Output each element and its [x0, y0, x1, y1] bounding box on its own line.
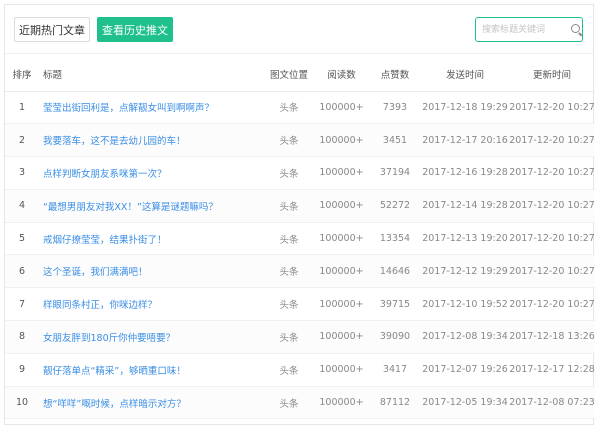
table-row: 10 想“咩咩”嘅时候，点样暗示对方？ 头条 100000+ 87112 2017-12-…: [5, 386, 595, 420]
updated-time-cell: 2017-12-20 10:27: [509, 91, 595, 125]
app-frame: 近期热门文章 查看历史推文 排序 标题 图文位置 阅读数 点赞数 发送时间: [4, 4, 595, 425]
header-likes: 点赞数: [369, 57, 421, 92]
updated-time-cell: 2017-12-20 10:27: [509, 123, 595, 158]
search-icon[interactable]: [570, 23, 582, 37]
search-box: [475, 17, 583, 42]
header-title: 标题: [39, 57, 264, 92]
reads-cell: 100000+: [314, 222, 369, 256]
updated-time-cell: 2017-12-20 10:27: [509, 287, 595, 322]
table-row: 2 我要落车，这不是去幼儿园的车！ 头条 100000+ 3451 2017-12-17 …: [5, 123, 595, 158]
sent-time-cell: 2017-12-17 20:16: [421, 123, 509, 158]
position-cell: 头条: [264, 91, 314, 125]
likes-cell: 7393: [369, 91, 421, 125]
position-cell: 头条: [264, 386, 314, 420]
toolbar-divider: [5, 53, 593, 54]
likes-cell: 52272: [369, 189, 421, 223]
recent-hot-articles-button[interactable]: 近期热门文章: [14, 17, 90, 42]
likes-cell: 13354: [369, 222, 421, 256]
table-row: 1 莹莹出街回利是，点解靓女叫到啊啊声？ 头条 100000+ 7393 2017-12-…: [5, 91, 595, 125]
table-body: 1 莹莹出街回利是，点解靓女叫到啊啊声？ 头条 100000+ 7393 2017-12-…: [5, 91, 595, 420]
rank-cell: 2: [5, 123, 39, 158]
likes-cell: 39715: [369, 287, 421, 322]
rank-cell: 5: [5, 222, 39, 256]
header-sent-time: 发送时间: [421, 57, 509, 92]
likes-cell: 37194: [369, 156, 421, 190]
header-position: 图文位置: [264, 57, 314, 92]
rank-cell: 3: [5, 156, 39, 190]
title-link[interactable]: 这个圣诞，我们满满吧！: [39, 254, 264, 289]
rank-cell: 6: [5, 254, 39, 289]
header-rank: 排序: [5, 57, 39, 92]
header-updated-time: 更新时间: [509, 57, 595, 92]
sent-time-cell: 2017-12-16 19:28: [421, 156, 509, 190]
reads-cell: 100000+: [314, 123, 369, 158]
position-cell: 头条: [264, 254, 314, 289]
table-header-row: 排序 标题 图文位置 阅读数 点赞数 发送时间 更新时间: [5, 57, 595, 92]
sent-time-cell: 2017-12-07 19:26: [421, 353, 509, 387]
updated-time-cell: 2017-12-20 10:27: [509, 156, 595, 190]
title-link[interactable]: 女朋友胖到180斤你仲要唔要？: [39, 320, 264, 354]
sent-time-cell: 2017-12-18 19:29: [421, 91, 509, 125]
position-cell: 头条: [264, 353, 314, 387]
likes-cell: 14646: [369, 254, 421, 289]
rank-cell: 9: [5, 353, 39, 387]
sent-time-cell: 2017-12-05 19:34: [421, 386, 509, 420]
position-cell: 头条: [264, 287, 314, 322]
table-row: 7 样眼同条村正，你咪边样？ 头条 100000+ 39715 2017-12-10 19…: [5, 287, 595, 322]
rank-cell: 4: [5, 189, 39, 223]
position-cell: 头条: [264, 222, 314, 256]
position-cell: 头条: [264, 189, 314, 223]
sent-time-cell: 2017-12-10 19:52: [421, 287, 509, 322]
reads-cell: 100000+: [314, 386, 369, 420]
title-link[interactable]: 样眼同条村正，你咪边样？: [39, 287, 264, 322]
reads-cell: 100000+: [314, 254, 369, 289]
updated-time-cell: 2017-12-17 12:28: [509, 353, 595, 387]
search-input[interactable]: [482, 19, 568, 40]
title-link[interactable]: 我要落车，这不是去幼儿园的车！: [39, 123, 264, 158]
rank-cell: 7: [5, 287, 39, 322]
updated-time-cell: 2017-12-18 13:26: [509, 320, 595, 354]
reads-cell: 100000+: [314, 287, 369, 322]
sent-time-cell: 2017-12-12 19:29: [421, 254, 509, 289]
position-cell: 头条: [264, 320, 314, 354]
sent-time-cell: 2017-12-14 19:28: [421, 189, 509, 223]
table-row: 3 点样判断女朋友系咪第一次？ 头条 100000+ 37194 2017-12-16 1…: [5, 156, 595, 190]
updated-time-cell: 2017-12-20 10:27: [509, 189, 595, 223]
rank-cell: 10: [5, 386, 39, 420]
updated-time-cell: 2017-12-20 10:27: [509, 222, 595, 256]
reads-cell: 100000+: [314, 353, 369, 387]
table-row: 8 女朋友胖到180斤你仲要唔要？ 头条 100000+ 39090 2017-12-08…: [5, 320, 595, 354]
title-link[interactable]: 莹莹出街回利是，点解靓女叫到啊啊声？: [39, 91, 264, 125]
title-link[interactable]: “最想男朋友对我XX！”这算是谜题嘛吗？: [39, 189, 264, 223]
title-link[interactable]: 想“咩咩”嘅时候，点样暗示对方？: [39, 386, 264, 420]
articles-table: 排序 标题 图文位置 阅读数 点赞数 发送时间 更新时间 1 莹莹出街回利是，点解…: [5, 57, 595, 420]
likes-cell: 39090: [369, 320, 421, 354]
likes-cell: 87112: [369, 386, 421, 420]
table-row: 4 “最想男朋友对我XX！”这算是谜题嘛吗？ 头条 100000+ 52272 2017-…: [5, 189, 595, 223]
sent-time-cell: 2017-12-08 19:34: [421, 320, 509, 354]
rank-cell: 1: [5, 91, 39, 125]
reads-cell: 100000+: [314, 320, 369, 354]
header-reads: 阅读数: [314, 57, 369, 92]
title-link[interactable]: 靓仔落单点“精采”，够晒重口味！: [39, 353, 264, 387]
sent-time-cell: 2017-12-13 19:20: [421, 222, 509, 256]
position-cell: 头条: [264, 156, 314, 190]
table-row: 5 戒烟仔撩莹莹，结果扑街了！ 头条 100000+ 13354 2017-12-13 1…: [5, 222, 595, 256]
updated-time-cell: 2017-12-20 10:27: [509, 254, 595, 289]
table-row: 9 靓仔落单点“精采”，够晒重口味！ 头条 100000+ 3417 2017-12-07…: [5, 353, 595, 387]
table-row: 6 这个圣诞，我们满满吧！ 头条 100000+ 14646 2017-12-12 19:…: [5, 254, 595, 289]
reads-cell: 100000+: [314, 156, 369, 190]
position-cell: 头条: [264, 123, 314, 158]
updated-time-cell: 2017-12-08 07:23: [509, 386, 595, 420]
reads-cell: 100000+: [314, 189, 369, 223]
likes-cell: 3451: [369, 123, 421, 158]
title-link[interactable]: 戒烟仔撩莹莹，结果扑街了！: [39, 222, 264, 256]
reads-cell: 100000+: [314, 91, 369, 125]
toolbar: 近期热门文章 查看历史推文: [5, 5, 593, 51]
rank-cell: 8: [5, 320, 39, 354]
title-link[interactable]: 点样判断女朋友系咪第一次？: [39, 156, 264, 190]
likes-cell: 3417: [369, 353, 421, 387]
view-history-posts-button[interactable]: 查看历史推文: [97, 17, 173, 42]
